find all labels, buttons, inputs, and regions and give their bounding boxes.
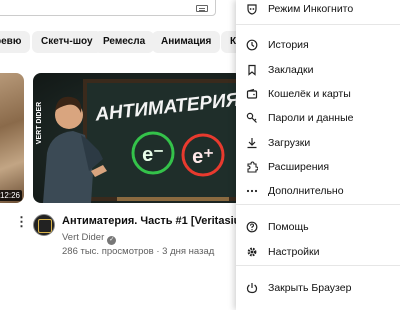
history-icon: [246, 39, 258, 51]
keyboard-icon[interactable]: [196, 5, 208, 12]
menu-item-label: Пароли и данные: [268, 112, 354, 124]
electron-symbol: e⁻: [142, 144, 164, 166]
chip-crafts[interactable]: Ремесла: [94, 31, 155, 53]
menu-item-settings[interactable]: Настройки: [236, 240, 400, 264]
category-chips: ревю Скетч-шоу Ремесла Анимация Кул: [0, 31, 240, 55]
menu-item-label: Дополнительно: [268, 185, 344, 197]
chip-sketch-show[interactable]: Скетч-шоу: [32, 31, 102, 53]
menu-item-label: Расширения: [268, 161, 330, 173]
bookmark-icon: [246, 64, 258, 76]
channel-name[interactable]: Vert Dider ✓: [62, 232, 117, 245]
menu-item-label: Закладки: [268, 64, 314, 76]
incognito-icon: [246, 3, 258, 15]
thumbnail-artwork: VERT DIDER АНТИМАТЕРИЯ e⁻ e⁺: [36, 79, 243, 203]
wallet-icon: [246, 88, 258, 100]
browser-menu: Режим Инкогнито История Закладки Кошелёк…: [236, 0, 400, 310]
thumbnail-badge: VERT DIDER: [36, 102, 43, 144]
video-duration: 12:26: [0, 190, 22, 201]
menu-item-incognito[interactable]: Режим Инкогнито: [236, 0, 400, 21]
menu-item-extensions[interactable]: Расширения: [236, 155, 400, 179]
menu-item-bookmarks[interactable]: Закладки: [236, 58, 400, 82]
video-meta: 286 тыс. просмотров · 3 дня назад: [62, 246, 215, 257]
menu-divider: [236, 265, 400, 266]
positron-symbol: e⁺: [192, 146, 214, 168]
menu-item-downloads[interactable]: Загрузки: [236, 131, 400, 155]
more-vert-icon[interactable]: ⋮: [15, 215, 28, 228]
menu-divider: [236, 24, 400, 25]
menu-item-label: История: [268, 39, 309, 51]
search-input[interactable]: [0, 0, 216, 16]
chip-animation[interactable]: Анимация: [152, 31, 221, 53]
video-title[interactable]: Антиматерия. Часть #1 [Veritasium]: [62, 215, 254, 227]
video-thumbnail-left[interactable]: 12:26: [0, 73, 24, 203]
menu-item-help[interactable]: Помощь: [236, 215, 400, 239]
menu-item-more[interactable]: Дополнительно: [236, 179, 400, 203]
menu-item-history[interactable]: История: [236, 33, 400, 57]
chip-review[interactable]: ревю: [0, 31, 31, 53]
download-icon: [246, 137, 258, 149]
menu-divider: [236, 204, 400, 205]
more-icon: [246, 185, 258, 197]
menu-item-label: Кошелёк и карты: [268, 88, 351, 100]
puzzle-icon: [246, 161, 258, 173]
menu-item-label: Режим Инкогнито: [268, 3, 354, 15]
gear-icon: [246, 246, 258, 258]
menu-item-label: Закрыть Браузер: [268, 282, 352, 294]
help-icon: [246, 221, 258, 233]
power-icon: [246, 282, 258, 294]
menu-item-close-browser[interactable]: Закрыть Браузер: [236, 276, 400, 300]
menu-item-passwords[interactable]: Пароли и данные: [236, 106, 400, 130]
channel-name-label: Vert Dider: [62, 232, 105, 243]
verified-icon: ✓: [107, 236, 117, 245]
channel-avatar[interactable]: [33, 214, 55, 236]
top-bar: [0, 0, 240, 20]
menu-item-wallet[interactable]: Кошелёк и карты: [236, 82, 400, 106]
menu-item-label: Настройки: [268, 246, 320, 258]
video-thumbnail[interactable]: VERT DIDER АНТИМАТЕРИЯ e⁻ e⁺: [33, 73, 243, 203]
key-icon: [246, 112, 258, 124]
menu-item-label: Загрузки: [268, 137, 311, 149]
menu-item-label: Помощь: [268, 221, 309, 233]
